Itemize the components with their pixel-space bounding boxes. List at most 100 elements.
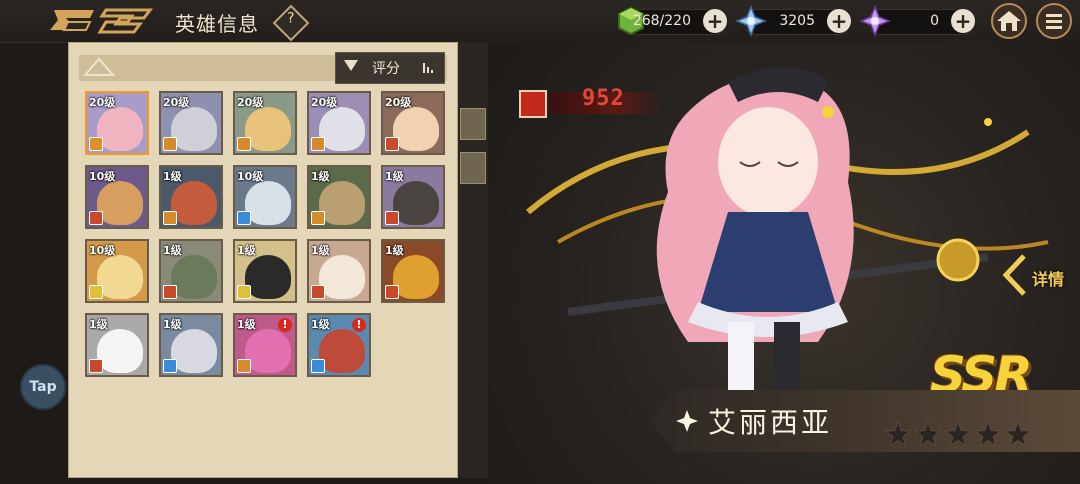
hero-portrait-thumb xyxy=(245,181,291,225)
class-icon xyxy=(163,211,177,225)
hero-level: 1级 xyxy=(163,170,182,183)
hero-card[interactable]: 1级 xyxy=(233,239,297,303)
hero-level: 1级 xyxy=(311,244,330,257)
tap-button[interactable]: Tap xyxy=(20,364,66,410)
hero-level: 1级 xyxy=(385,244,404,257)
sort-bars-icon xyxy=(423,63,433,73)
side-tab-2[interactable] xyxy=(460,152,486,184)
hero-portrait-thumb xyxy=(245,107,291,151)
star-icon xyxy=(944,420,972,447)
hero-name: 艾丽西亚 xyxy=(708,406,833,439)
hero-card[interactable]: 1级! xyxy=(307,313,371,377)
crystal-counter: 3205 + xyxy=(735,5,851,37)
panel-emblem-icon xyxy=(82,57,116,76)
class-icon xyxy=(385,137,399,151)
hero-level: 1级 xyxy=(237,244,256,257)
help-icon[interactable]: ? xyxy=(272,4,310,42)
hero-card[interactable]: 1级 xyxy=(381,165,445,229)
home-button[interactable] xyxy=(991,3,1027,39)
hero-card[interactable]: 1级 xyxy=(159,239,223,303)
class-icon xyxy=(89,285,103,299)
purple-crystal-value: 0 xyxy=(930,13,939,29)
class-icon xyxy=(237,285,251,299)
class-icon xyxy=(89,359,103,373)
hero-card[interactable]: 1级 xyxy=(381,239,445,303)
hero-card[interactable]: 10级 xyxy=(85,165,149,229)
alert-badge: ! xyxy=(278,318,292,332)
detail-label: 详情 xyxy=(1032,270,1065,289)
hero-portrait-thumb xyxy=(319,107,365,151)
class-icon xyxy=(89,137,103,151)
hero-portrait-thumb xyxy=(245,329,291,373)
hero-card[interactable]: 1级 xyxy=(307,239,371,303)
sort-button[interactable]: 评分 xyxy=(335,52,445,84)
class-icon xyxy=(163,359,177,373)
add-stamina-button[interactable]: + xyxy=(703,9,727,33)
hero-stars xyxy=(884,420,1032,447)
hero-card[interactable]: 10级 xyxy=(233,165,297,229)
chevron-left-icon xyxy=(1002,254,1026,296)
hero-level: 10级 xyxy=(237,170,264,183)
hero-portrait-thumb xyxy=(245,255,291,299)
hero-portrait-thumb xyxy=(319,255,365,299)
detail-button[interactable]: 详情 xyxy=(1000,250,1070,300)
hero-level: 20级 xyxy=(163,96,190,109)
blue-crystal-icon xyxy=(735,5,767,37)
hero-portrait-thumb xyxy=(97,255,143,299)
star-icon xyxy=(914,420,942,447)
stamina-value: 268/220 xyxy=(632,13,691,29)
hero-portrait-thumb xyxy=(97,181,143,225)
hero-card[interactable]: 1级 xyxy=(159,165,223,229)
page-title: 英雄信息 xyxy=(175,12,259,36)
class-icon xyxy=(237,137,251,151)
hero-card[interactable]: 1级 xyxy=(159,313,223,377)
hero-card[interactable]: 20级 xyxy=(233,91,297,155)
hero-card[interactable]: 20级 xyxy=(307,91,371,155)
menu-icon xyxy=(1046,14,1062,29)
hero-level: 20级 xyxy=(385,96,412,109)
add-purple-crystal-button[interactable]: + xyxy=(951,9,975,33)
class-icon xyxy=(311,211,325,225)
purple-crystal-counter: 0 + xyxy=(859,5,975,37)
add-crystal-button[interactable]: + xyxy=(827,9,851,33)
hero-card[interactable]: 20级 xyxy=(85,91,149,155)
class-compass-icon xyxy=(676,410,698,432)
star-icon xyxy=(1004,420,1032,447)
hero-level: 10级 xyxy=(89,244,116,257)
game-logo-icon xyxy=(50,8,153,34)
hero-portrait-thumb xyxy=(97,329,143,373)
hero-card[interactable]: 1级 xyxy=(307,165,371,229)
hero-level: 1级 xyxy=(89,318,108,331)
class-icon xyxy=(385,285,399,299)
hero-portrait-thumb xyxy=(97,107,143,151)
class-icon xyxy=(163,285,177,299)
hero-level: 1级 xyxy=(311,170,330,183)
hero-card[interactable]: 10级 xyxy=(85,239,149,303)
hero-card[interactable]: 1级 xyxy=(85,313,149,377)
filter-icon xyxy=(344,60,358,71)
hero-level: 20级 xyxy=(237,96,264,109)
hero-level: 20级 xyxy=(89,96,116,109)
hero-level: 1级 xyxy=(163,244,182,257)
hero-portrait-thumb xyxy=(319,329,365,373)
power-value: 952 xyxy=(582,86,625,111)
star-icon xyxy=(884,420,912,447)
hero-portrait-thumb xyxy=(393,181,439,225)
class-icon xyxy=(311,137,325,151)
hero-portrait-thumb xyxy=(171,107,217,151)
hero-card[interactable]: 1级! xyxy=(233,313,297,377)
hero-portrait-thumb xyxy=(171,255,217,299)
hero-card[interactable]: 20级 xyxy=(381,91,445,155)
hero-portrait-thumb xyxy=(393,255,439,299)
menu-button[interactable] xyxy=(1036,3,1072,39)
hero-list-panel: 评分 20级 20级 20级 20级 20级 10级 1级 10级 1级 1级 10级 1级 1级 1级 1… xyxy=(68,42,458,478)
hero-portrait-thumb xyxy=(171,181,217,225)
hero-level: 1级 xyxy=(385,170,404,183)
side-tab-1[interactable] xyxy=(460,108,486,140)
hero-card[interactable]: 20级 xyxy=(159,91,223,155)
hero-level: 1级 xyxy=(237,318,256,331)
sort-label: 评分 xyxy=(372,61,400,77)
hero-portrait-thumb xyxy=(393,107,439,151)
class-icon xyxy=(163,137,177,151)
star-icon xyxy=(974,420,1002,447)
